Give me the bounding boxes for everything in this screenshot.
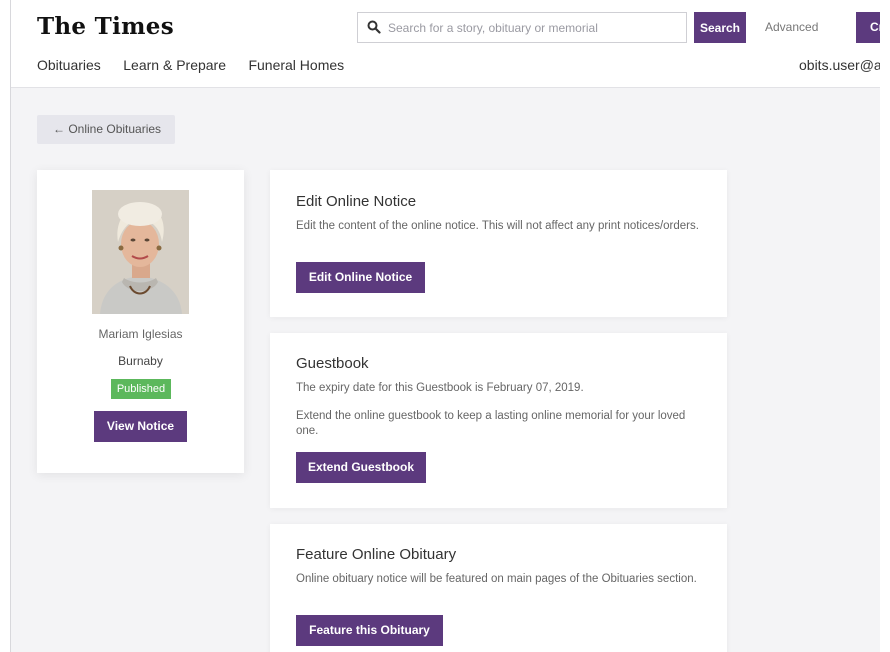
profile-photo [92, 190, 189, 314]
extend-guestbook-button[interactable]: Extend Guestbook [296, 452, 426, 483]
nav-item-obituaries[interactable]: Obituaries [37, 57, 101, 73]
guestbook-card: Guestbook The expiry date for this Guest… [270, 333, 727, 508]
card-title: Feature Online Obituary [296, 546, 457, 563]
deceased-name: Mariam Iglesias [98, 327, 183, 341]
main-nav: Obituaries Learn & Prepare Funeral Homes [37, 57, 362, 75]
search-icon [367, 20, 381, 34]
page-frame: The Times Search Advanced Cr Obituaries … [10, 0, 880, 652]
view-notice-button[interactable]: View Notice [94, 411, 187, 442]
site-header: The Times Search Advanced Cr Obituaries … [11, 0, 880, 88]
card-title: Guestbook [296, 355, 369, 372]
edit-online-notice-button[interactable]: Edit Online Notice [296, 262, 425, 293]
portrait-image [92, 190, 189, 314]
card-description: Extend the online guestbook to keep a la… [296, 410, 686, 437]
feature-this-obituary-button[interactable]: Feature this Obituary [296, 615, 443, 646]
create-button[interactable]: Cr [856, 12, 880, 43]
guestbook-expiry-text: The expiry date for this Guestbook is Fe… [296, 382, 584, 394]
status-badge: Published [111, 379, 171, 399]
card-title: Edit Online Notice [296, 193, 417, 210]
edit-notice-card: Edit Online Notice Edit the content of t… [270, 170, 727, 317]
search-box [357, 12, 687, 43]
advanced-search-link[interactable]: Advanced [765, 20, 818, 34]
card-description: Edit the content of the online notice. T… [296, 220, 699, 232]
deceased-city: Burnaby [118, 354, 163, 368]
user-account-link[interactable]: obits.user@a [799, 57, 880, 73]
arrow-left-icon: ← [53, 122, 65, 136]
search-input[interactable] [388, 18, 678, 38]
feature-obituary-card: Feature Online Obituary Online obituary … [270, 524, 727, 652]
site-logo[interactable]: The Times [37, 13, 174, 40]
nav-item-learn-prepare[interactable]: Learn & Prepare [123, 57, 226, 73]
profile-card: Mariam Iglesias Burnaby Published View N… [37, 170, 244, 473]
card-description: Online obituary notice will be featured … [296, 573, 697, 585]
nav-item-funeral-homes[interactable]: Funeral Homes [248, 57, 344, 73]
back-to-obituaries-button[interactable]: ← Online Obituaries [37, 115, 175, 144]
search-button[interactable]: Search [694, 12, 746, 43]
back-button-label: Online Obituaries [68, 122, 162, 136]
